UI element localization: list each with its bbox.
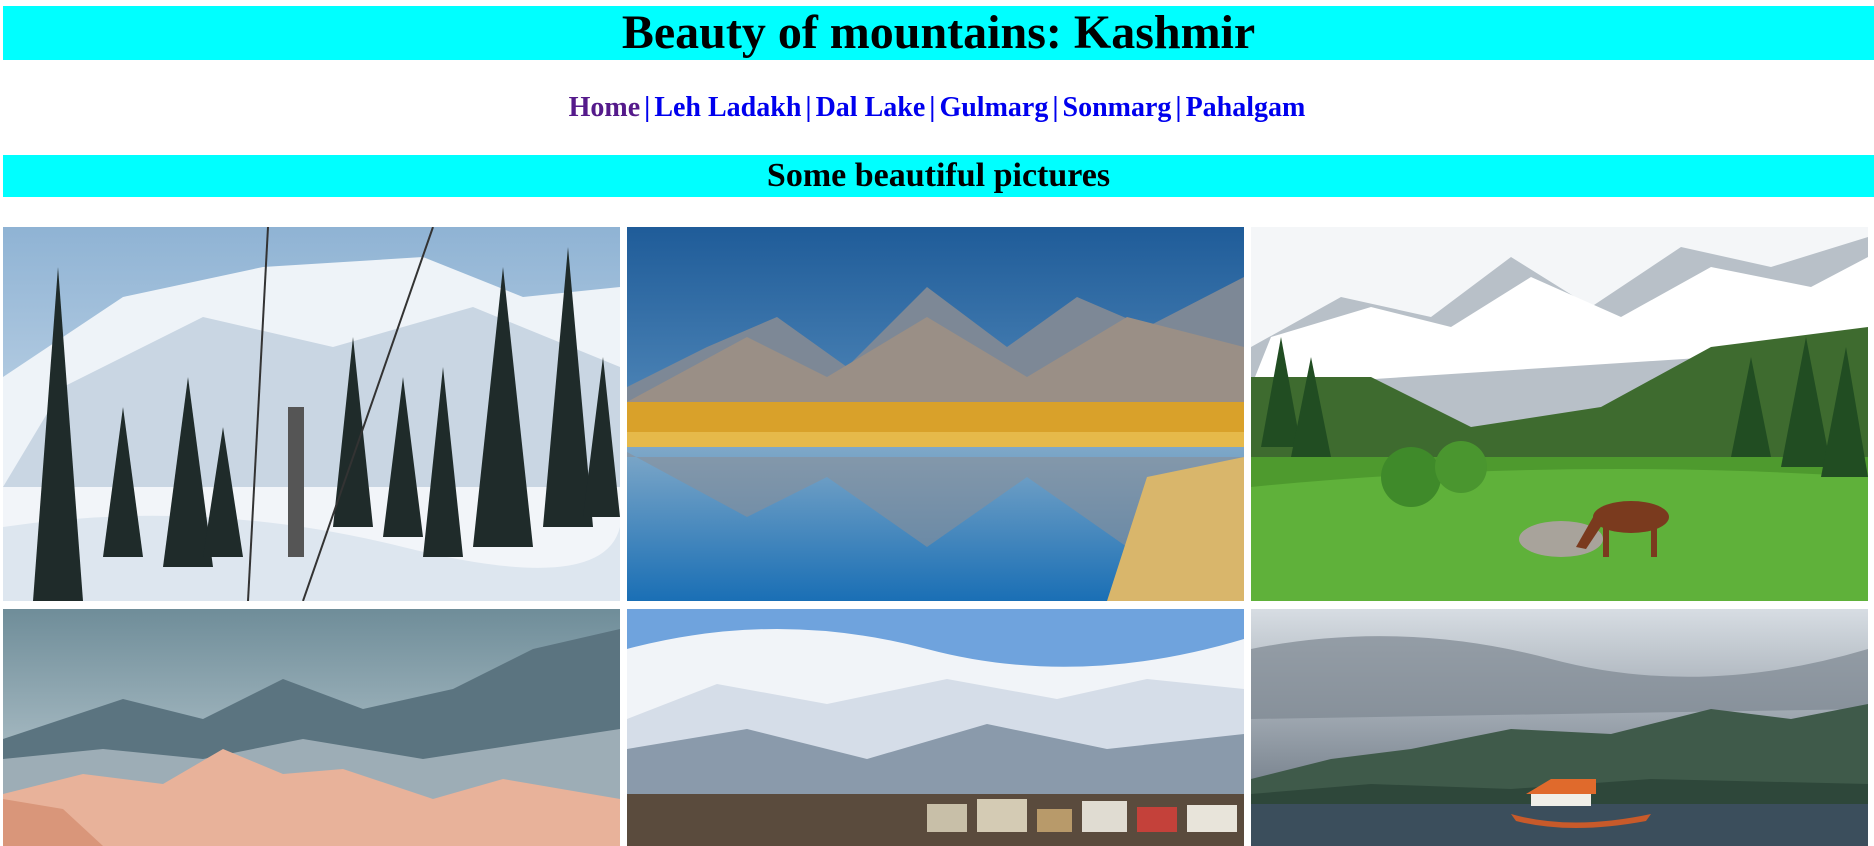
section-banner: Some beautiful pictures xyxy=(3,155,1874,197)
gallery-image-misty-peaks xyxy=(3,609,620,846)
gallery-image-snowy-forest xyxy=(3,227,620,601)
nav-link-gulmarg[interactable]: Gulmarg xyxy=(939,92,1048,123)
nav-link-home[interactable]: Home xyxy=(569,92,641,123)
page-title: Beauty of mountains: Kashmir xyxy=(621,6,1256,59)
nav-bar: Home | Leh Ladakh | Dal Lake | Gulmarg | Sonmarg… xyxy=(0,88,1874,128)
nav-separator: | xyxy=(1175,92,1182,123)
nav-link-dal-lake[interactable]: Dal Lake xyxy=(816,92,926,123)
nav-link-leh-ladakh[interactable]: Leh Ladakh xyxy=(654,92,801,123)
gallery-image-shikara-lake xyxy=(1251,609,1868,846)
nav-link-pahalgam[interactable]: Pahalgam xyxy=(1186,92,1306,123)
nav-link-sonmarg[interactable]: Sonmarg xyxy=(1063,92,1172,123)
gallery-image-snow-range xyxy=(627,609,1244,846)
nav-separator: | xyxy=(929,92,936,123)
nav-separator: | xyxy=(644,92,651,123)
nav-separator: | xyxy=(805,92,812,123)
nav-separator: | xyxy=(1052,92,1059,123)
gallery-image-green-valley xyxy=(1251,227,1868,601)
section-heading: Some beautiful pictures xyxy=(766,157,1111,194)
title-banner: Beauty of mountains: Kashmir xyxy=(3,6,1874,60)
gallery-image-lake-reflection xyxy=(627,227,1244,601)
